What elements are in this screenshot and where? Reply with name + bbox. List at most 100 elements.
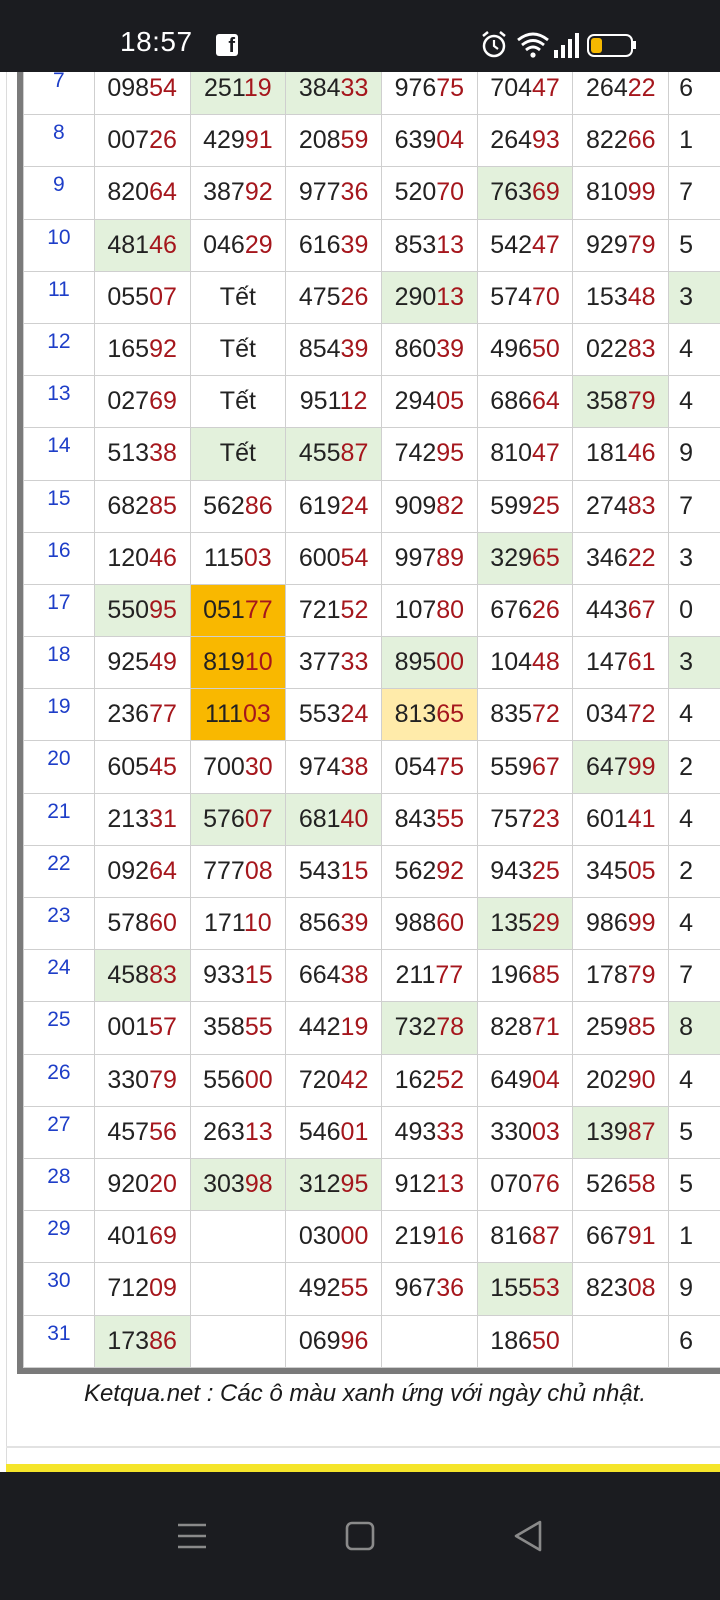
- result-head-digits: 120: [107, 543, 150, 572]
- result-cell: 97736: [285, 166, 382, 220]
- table-row: 22 09264 77708 54315 56292 94325 34505 2: [23, 844, 720, 899]
- result-head-digits: 647: [586, 752, 628, 781]
- result-cell: 17386: [93, 1314, 191, 1368]
- table-row: 10 48146 04629 61639 85313 54247 92979 5: [23, 218, 720, 272]
- result-head-digits: 455: [298, 439, 341, 468]
- menu-icon[interactable]: [168, 1512, 216, 1560]
- result-tail-digits: 29: [532, 909, 560, 938]
- table-row: 19 23677 11103 55324 81365 83572 03472 4: [23, 688, 720, 742]
- result-head-digits: 732: [394, 1013, 437, 1042]
- result-cell: 74295: [380, 427, 478, 481]
- results-table-container[interactable]: 7 09854 25119 38433 97675 70447 26422 6 8 00726 42…: [17, 72, 720, 1374]
- result-tail-digits: 77: [435, 961, 464, 990]
- result-cell: 60054: [285, 531, 382, 585]
- result-cell: 82064: [93, 166, 191, 220]
- home-square-icon[interactable]: [336, 1512, 384, 1560]
- result-cell: 38433: [285, 72, 382, 116]
- result-head-digits: 4: [679, 1065, 694, 1094]
- result-tail-digits: 76: [532, 1170, 560, 1199]
- result-tail-digits: 79: [627, 230, 656, 259]
- result-head-digits: 819: [203, 648, 245, 677]
- result-tail-digits: 36: [340, 178, 369, 207]
- result-tail-digits: 60: [436, 909, 465, 938]
- result-head-digits: 358: [203, 1013, 245, 1042]
- table-row: 17 55095 05177 72152 10780 67626 44367 0: [23, 583, 720, 638]
- result-head-digits: 600: [298, 543, 341, 572]
- result-cell: Tết: [189, 322, 287, 377]
- result-head-digits: 443: [586, 595, 628, 624]
- result-head-digits: 147: [586, 648, 628, 677]
- result-head-digits: Tết: [219, 335, 256, 364]
- result-tail-digits: 29: [244, 230, 273, 259]
- result-head-digits: 664: [298, 961, 341, 990]
- result-cell: 31295: [285, 1157, 382, 1212]
- result-cell: 54247: [476, 218, 574, 272]
- table-row: 12 16592 Tết 85439 86039 49650 02283 4: [23, 322, 720, 377]
- result-head-digits: 562: [203, 491, 245, 520]
- result-head-digits: 4: [679, 387, 694, 416]
- result-head-digits: 202: [586, 1065, 628, 1094]
- result-tail-digits: 25: [532, 856, 560, 885]
- result-head-digits: 556: [203, 1065, 245, 1094]
- result-cell: 92549: [93, 636, 191, 690]
- result-head-digits: 977: [298, 178, 341, 207]
- result-head-digits: 312: [298, 1170, 341, 1199]
- result-head-digits: 943: [490, 856, 533, 885]
- result-cell: 26493: [476, 114, 574, 168]
- result-tail-digits: 86: [244, 491, 273, 520]
- result-tail-digits: 48: [627, 282, 656, 311]
- result-head-digits: 601: [586, 804, 628, 833]
- result-cell: 76369: [476, 166, 574, 220]
- result-tail-digits: 08: [627, 1274, 656, 1303]
- day-cell: 30: [23, 1262, 95, 1316]
- result-tail-digits: 46: [149, 543, 177, 572]
- result-head-digits: 4: [679, 909, 694, 938]
- result-tail-digits: 67: [627, 595, 656, 624]
- result-head-digits: 1: [679, 126, 694, 155]
- result-head-digits: 2: [679, 752, 694, 781]
- divider: [6, 1446, 720, 1448]
- result-cell: 60141: [572, 792, 670, 846]
- result-cell: 35855: [189, 1001, 287, 1055]
- result-head-digits: 458: [107, 961, 150, 990]
- result-tail-digits: 13: [436, 282, 465, 311]
- results-table: 7 09854 25119 38433 97675 70447 26422 6 8 00726 42…: [23, 72, 720, 1368]
- result-cell: 55324: [285, 688, 382, 742]
- result-cell: 7: [668, 479, 720, 533]
- day-cell: 13: [23, 375, 95, 429]
- result-cell: 9: [668, 1262, 720, 1316]
- result-tail-digits: 30: [244, 752, 273, 781]
- result-head-digits: 111: [204, 700, 243, 729]
- result-tail-digits: 38: [340, 961, 369, 990]
- result-tail-digits: 19: [340, 1013, 369, 1042]
- result-head-digits: 810: [586, 178, 628, 207]
- result-head-digits: 925: [107, 648, 150, 677]
- result-tail-digits: 59: [340, 126, 369, 155]
- result-head-digits: 0: [679, 595, 694, 624]
- result-tail-digits: 13: [244, 1117, 273, 1146]
- result-cell: 16252: [380, 1053, 478, 1107]
- result-head-digits: 682: [107, 491, 150, 520]
- table-row: 8 00726 42991 20859 63904 26493 82266 1: [23, 114, 720, 168]
- result-cell: 04629: [189, 218, 287, 272]
- result-cell: 71209: [93, 1262, 191, 1316]
- result-tail-digits: 50: [532, 1326, 560, 1355]
- result-tail-digits: 49: [149, 648, 177, 677]
- result-cell: 77708: [189, 844, 287, 899]
- result-head-digits: 639: [394, 126, 437, 155]
- result-cell: 20859: [285, 114, 382, 168]
- result-tail-digits: 07: [149, 282, 177, 311]
- back-triangle-icon[interactable]: [504, 1512, 552, 1560]
- result-tail-digits: 54: [149, 74, 177, 103]
- day-cell: 28: [23, 1157, 95, 1212]
- result-tail-digits: 25: [532, 491, 560, 520]
- result-head-digits: 843: [394, 804, 437, 833]
- result-cell: 89500: [380, 636, 478, 690]
- result-tail-digits: 04: [436, 126, 465, 155]
- result-cell: 7: [668, 166, 720, 220]
- result-head-digits: 543: [298, 856, 341, 885]
- result-cell: 44219: [285, 1001, 382, 1055]
- result-cell: 54601: [285, 1105, 382, 1159]
- result-cell: 56286: [189, 479, 287, 533]
- result-head-digits: 181: [586, 439, 628, 468]
